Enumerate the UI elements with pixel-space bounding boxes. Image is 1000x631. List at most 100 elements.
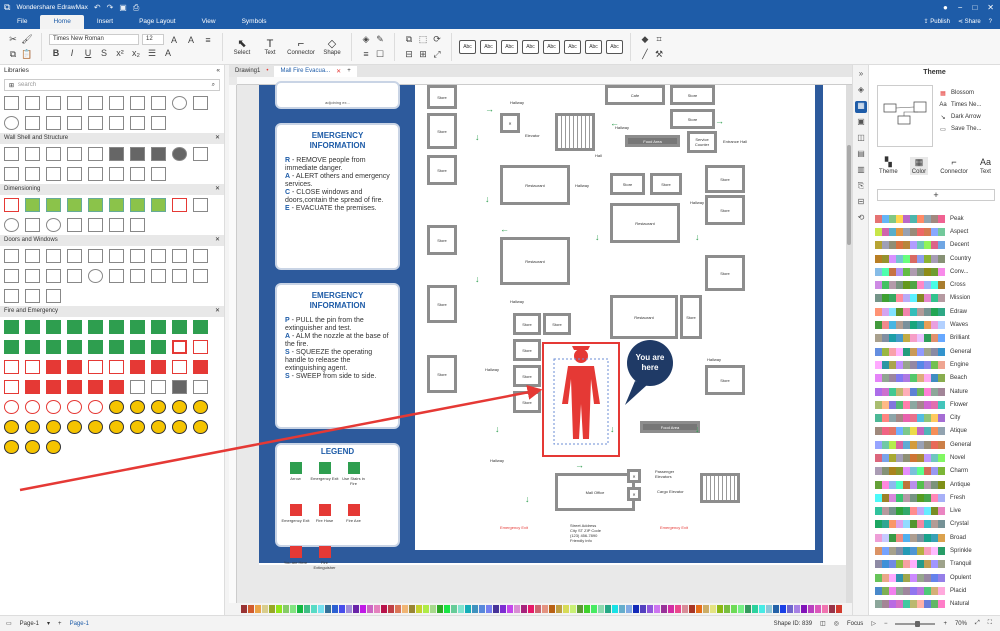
palette-color-swatch[interactable] — [283, 605, 289, 613]
palette-color-swatch[interactable] — [794, 605, 800, 613]
palette-color-swatch[interactable] — [815, 605, 821, 613]
palette-color-swatch[interactable] — [339, 605, 345, 613]
palette-color-swatch[interactable] — [535, 605, 541, 613]
palette-color-swatch[interactable] — [808, 605, 814, 613]
library-shape[interactable] — [25, 380, 40, 394]
shrink-font-icon[interactable]: A — [184, 35, 198, 45]
page-icon[interactable]: ▤ — [855, 149, 867, 161]
bold-icon[interactable]: B — [49, 48, 63, 59]
style-box[interactable]: Abc — [501, 39, 518, 54]
library-shape[interactable] — [109, 420, 124, 434]
palette-row[interactable]: Brilliant — [875, 332, 999, 345]
info-card-top[interactable]: adjoining ex... — [275, 81, 400, 109]
publish-button[interactable]: ⇪ Publish — [924, 15, 950, 29]
palette-color-swatch[interactable] — [395, 605, 401, 613]
zoom-in-icon[interactable]: + — [943, 621, 947, 627]
room[interactable]: Food Area — [640, 421, 700, 433]
zoom-thumb[interactable] — [915, 620, 921, 627]
elevator[interactable]: ✕ — [500, 113, 520, 133]
room[interactable]: Store — [427, 85, 457, 109]
library-shape[interactable] — [88, 116, 103, 130]
library-search-input[interactable]: ⊞ search ⌕ — [4, 79, 220, 91]
library-shape[interactable] — [46, 218, 61, 232]
paste-icon[interactable]: 📋 — [20, 49, 34, 60]
zoom-out-icon[interactable]: − — [884, 621, 888, 627]
library-shape[interactable] — [67, 340, 82, 354]
library-shape[interactable] — [25, 289, 40, 303]
library-shape[interactable] — [25, 198, 40, 212]
library-shape[interactable] — [193, 360, 208, 374]
palette-color-swatch[interactable] — [591, 605, 597, 613]
style-box[interactable]: Abc — [522, 39, 539, 54]
library-shape[interactable] — [88, 420, 103, 434]
avatar[interactable]: ● — [943, 3, 948, 12]
library-shape[interactable] — [67, 167, 82, 181]
library-shape[interactable] — [193, 147, 208, 161]
library-shape[interactable] — [46, 147, 61, 161]
library-shape[interactable] — [46, 116, 61, 130]
room[interactable]: Store — [427, 155, 457, 185]
library-shape[interactable] — [193, 249, 208, 263]
line-style-icon[interactable]: ≡ — [359, 49, 373, 60]
library-shape[interactable] — [193, 420, 208, 434]
palette-color-swatch[interactable] — [682, 605, 688, 613]
library-shape[interactable] — [67, 420, 82, 434]
line-icon[interactable]: ╱ — [638, 49, 652, 60]
library-shape[interactable] — [46, 400, 61, 414]
palette-color-swatch[interactable] — [332, 605, 338, 613]
close-tab-icon[interactable]: • — [266, 68, 268, 75]
palette-color-swatch[interactable] — [717, 605, 723, 613]
palette-color-swatch[interactable] — [780, 605, 786, 613]
library-shape[interactable] — [4, 420, 19, 434]
list-icon[interactable]: ☰ — [145, 48, 159, 59]
palette-color-swatch[interactable] — [437, 605, 443, 613]
align-shapes-icon[interactable]: ⊟ — [402, 49, 416, 60]
palette-row[interactable]: Edraw — [875, 305, 999, 318]
room[interactable]: Store — [427, 285, 457, 323]
expand-panel-icon[interactable]: » — [855, 69, 867, 81]
library-shape[interactable] — [25, 249, 40, 263]
library-shape[interactable] — [4, 218, 19, 232]
layers-icon[interactable]: ◫ — [855, 133, 867, 145]
style-box[interactable]: Abc — [459, 39, 476, 54]
library-shape[interactable] — [88, 167, 103, 181]
library-shape[interactable] — [46, 96, 61, 110]
room[interactable]: Store — [705, 365, 745, 395]
palette-row[interactable]: Natural — [875, 598, 999, 611]
fill-panel-icon[interactable]: ◈ — [855, 85, 867, 97]
superscript-icon[interactable]: x² — [113, 48, 127, 59]
palette-color-swatch[interactable] — [654, 605, 660, 613]
group-icon[interactable]: ⬚ — [416, 34, 430, 45]
palette-row[interactable]: Broad — [875, 531, 999, 544]
collapse-panel-icon[interactable]: « — [216, 67, 220, 75]
library-shape[interactable] — [88, 147, 103, 161]
close-tab-icon[interactable]: ✕ — [336, 68, 341, 75]
room[interactable]: Restaurant — [610, 203, 680, 243]
palette-row[interactable]: Nature — [875, 385, 999, 398]
theme-option[interactable]: ▦ Blossom — [939, 87, 982, 99]
palette-color-swatch[interactable] — [409, 605, 415, 613]
library-shape[interactable] — [130, 116, 145, 130]
palette-color-swatch[interactable] — [577, 605, 583, 613]
subtab-color[interactable]: ▦ Color — [909, 157, 929, 175]
palette-color-swatch[interactable] — [549, 605, 555, 613]
palette-color-swatch[interactable] — [346, 605, 352, 613]
palette-color-swatch[interactable] — [556, 605, 562, 613]
library-section-doors[interactable]: Doors and Windows ✕ — [0, 235, 224, 246]
library-shape[interactable] — [25, 340, 40, 354]
elevator[interactable]: ✕ — [627, 487, 641, 501]
library-shape[interactable] — [25, 96, 40, 110]
legend-item[interactable]: You are Here — [281, 543, 310, 585]
palette-color-swatch[interactable] — [262, 605, 268, 613]
room[interactable]: Store — [513, 365, 541, 387]
tools-icon[interactable]: ⚒ — [652, 49, 666, 60]
palette-color-swatch[interactable] — [269, 605, 275, 613]
palette-color-swatch[interactable] — [696, 605, 702, 613]
room[interactable]: Food Area — [625, 135, 680, 147]
library-shape[interactable] — [88, 249, 103, 263]
library-shape[interactable] — [130, 218, 145, 232]
library-shape[interactable] — [193, 96, 208, 110]
library-section-fire[interactable]: Fire and Emergency ✕ — [0, 306, 224, 317]
text-tool[interactable]: T Text — [258, 38, 282, 56]
library-shape[interactable] — [193, 400, 208, 414]
